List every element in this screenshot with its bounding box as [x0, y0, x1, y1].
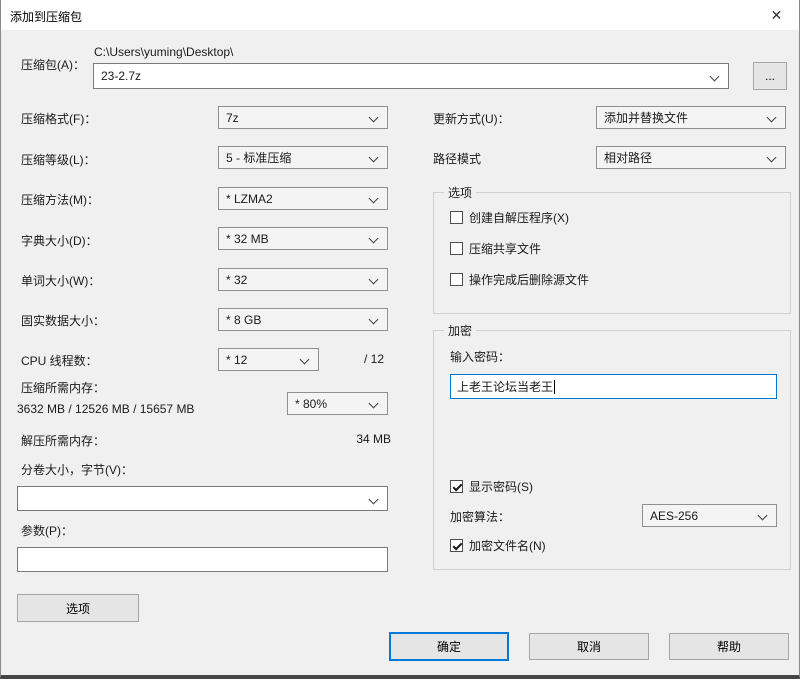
- ok-button[interactable]: 确定: [389, 632, 509, 661]
- cancel-button[interactable]: 取消: [529, 633, 649, 660]
- close-button[interactable]: ✕: [754, 0, 799, 30]
- update-mode-label: 更新方式(U)：: [433, 112, 510, 126]
- checkbox-create-sfx[interactable]: 创建自解压程序(X): [450, 209, 569, 226]
- chevron-down-icon: [757, 510, 768, 521]
- checkbox-icon: [450, 242, 463, 255]
- checkbox-icon: [450, 480, 463, 493]
- cancel-button-label: 取消: [576, 640, 601, 654]
- checkbox-delete-after[interactable]: 操作完成后删除源文件: [450, 271, 589, 288]
- parameters-label: 参数(P)：: [21, 524, 73, 538]
- level-label: 压缩等级(L)：: [21, 153, 96, 167]
- password-value: 上老王论坛当老王: [457, 380, 554, 394]
- checkbox-show-password[interactable]: 显示密码(S): [450, 478, 533, 495]
- ok-button-label: 确定: [436, 640, 461, 654]
- volume-size-combobox[interactable]: [17, 486, 388, 511]
- password-input[interactable]: 上老王论坛当老王: [450, 374, 777, 399]
- cpu-threads-max: / 12: [364, 352, 385, 366]
- encryption-method-label: 加密算法：: [450, 510, 511, 524]
- archive-path: C:\Users\yuming\Desktop\: [94, 45, 234, 59]
- chevron-down-icon: [368, 398, 379, 409]
- checkbox-icon: [450, 539, 463, 552]
- chevron-down-icon: [368, 314, 379, 325]
- chevron-down-icon: [368, 112, 379, 123]
- memory-compress-values: 3632 MB / 12526 MB / 15657 MB: [17, 402, 195, 416]
- password-label: 输入密码：: [450, 350, 511, 364]
- parameters-input[interactable]: [17, 547, 388, 572]
- archive-label: 压缩包(A)：: [21, 58, 85, 72]
- options-group-title: 选项: [444, 184, 477, 201]
- format-label: 压缩格式(F)：: [21, 112, 97, 126]
- chevron-down-icon: [368, 233, 379, 244]
- add-to-archive-dialog: 添加到压缩包 ✕ 压缩包(A)： C:\Users\yuming\Desktop…: [0, 0, 800, 679]
- format-select[interactable]: 7z: [218, 106, 388, 129]
- checkbox-icon: [450, 211, 463, 224]
- memory-decompress-value: 34 MB: [356, 432, 391, 446]
- checkbox-icon: [450, 273, 463, 286]
- chevron-down-icon: [766, 152, 777, 163]
- help-button[interactable]: 帮助: [669, 633, 789, 660]
- options-group: 选项 创建自解压程序(X) 压缩共享文件 操作完成后删除源文件: [433, 184, 791, 314]
- chevron-down-icon: [709, 71, 720, 82]
- update-mode-select[interactable]: 添加并替换文件: [596, 106, 786, 129]
- word-size-select[interactable]: * 32: [218, 268, 388, 291]
- solid-block-label: 固实数据大小：: [21, 314, 106, 328]
- help-button-label: 帮助: [716, 640, 741, 654]
- solid-block-select[interactable]: * 8 GB: [218, 308, 388, 331]
- encryption-group: 加密 输入密码： 上老王论坛当老王 显示密码(S) 加密算法： AES-256 …: [433, 322, 791, 570]
- chevron-down-icon: [368, 274, 379, 285]
- dictionary-select[interactable]: * 32 MB: [218, 227, 388, 250]
- close-icon: ✕: [770, 6, 783, 23]
- options-button[interactable]: 选项: [17, 594, 139, 622]
- method-label: 压缩方法(M)：: [21, 193, 99, 207]
- path-mode-select[interactable]: 相对路径: [596, 146, 786, 169]
- chevron-down-icon: [299, 354, 310, 365]
- method-select[interactable]: * LZMA2: [218, 187, 388, 210]
- word-size-label: 单词大小(W)：: [21, 274, 101, 288]
- memory-decompress-label: 解压所需内存：: [21, 434, 106, 448]
- browse-button[interactable]: ...: [753, 62, 787, 90]
- memory-compress-label: 压缩所需内存：: [21, 381, 106, 395]
- cpu-threads-label: CPU 线程数：: [21, 354, 98, 368]
- encryption-method-select[interactable]: AES-256: [642, 504, 777, 527]
- encryption-group-title: 加密: [444, 322, 477, 339]
- archive-name-combobox[interactable]: 23-2.7z: [93, 63, 729, 89]
- checkbox-shared-files-label: 压缩共享文件: [469, 242, 542, 256]
- cpu-threads-select[interactable]: * 12: [218, 348, 319, 371]
- memory-percent-select[interactable]: * 80%: [287, 392, 388, 415]
- chevron-down-icon: [766, 112, 777, 123]
- chevron-down-icon: [368, 193, 379, 204]
- checkbox-encrypt-filenames[interactable]: 加密文件名(N): [450, 537, 546, 554]
- text-caret: [554, 379, 556, 394]
- dialog-title: 添加到压缩包: [10, 10, 83, 24]
- checkbox-show-password-label: 显示密码(S): [469, 480, 533, 494]
- checkbox-encrypt-filenames-label: 加密文件名(N): [469, 539, 546, 553]
- checkbox-create-sfx-label: 创建自解压程序(X): [469, 211, 569, 225]
- level-select[interactable]: 5 - 标准压缩: [218, 146, 388, 169]
- volume-size-label: 分卷大小，字节(V)：: [21, 463, 133, 477]
- chevron-down-icon: [368, 494, 379, 505]
- options-button-label: 选项: [65, 601, 90, 616]
- browse-button-label: ...: [764, 69, 775, 83]
- chevron-down-icon: [368, 152, 379, 163]
- checkbox-shared-files[interactable]: 压缩共享文件: [450, 240, 541, 257]
- dictionary-label: 字典大小(D)：: [21, 234, 98, 248]
- path-mode-label: 路径模式: [433, 152, 482, 166]
- checkbox-delete-after-label: 操作完成后删除源文件: [469, 273, 590, 287]
- archive-name-value: 23-2.7z: [101, 69, 142, 83]
- titlebar: 添加到压缩包 ✕: [1, 0, 799, 30]
